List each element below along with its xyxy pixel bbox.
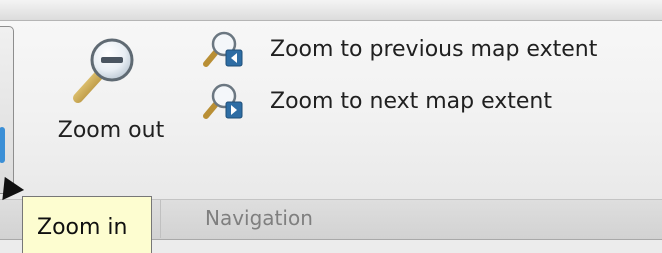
- zoom-out-label: Zoom out: [57, 118, 165, 143]
- zoom-in-icon: [0, 127, 5, 163]
- zoom-in-button[interactable]: [0, 26, 14, 194]
- ribbon-tab-strip: [0, 0, 662, 21]
- zoom-out-button[interactable]: Zoom out: [36, 26, 186, 192]
- group-separator: [160, 200, 161, 238]
- zoom-next-extent-button[interactable]: Zoom to next map extent: [200, 82, 650, 120]
- zoom-previous-extent-button[interactable]: Zoom to previous map extent: [200, 30, 650, 68]
- zoom-next-extent-label: Zoom to next map extent: [270, 88, 552, 114]
- zoom-previous-extent-label: Zoom to previous map extent: [270, 36, 598, 62]
- zoom-in-tooltip: Zoom in: [22, 196, 152, 253]
- ribbon-window: Zoom out Zoom to previous map extent Zoo…: [0, 0, 662, 253]
- zoom-out-magnifier-icon: [70, 34, 140, 104]
- tooltip-text: Zoom in: [37, 215, 128, 240]
- zoom-next-extent-icon: [200, 82, 244, 120]
- navigation-group-label: Navigation: [205, 206, 313, 230]
- zoom-previous-extent-icon: [200, 30, 244, 68]
